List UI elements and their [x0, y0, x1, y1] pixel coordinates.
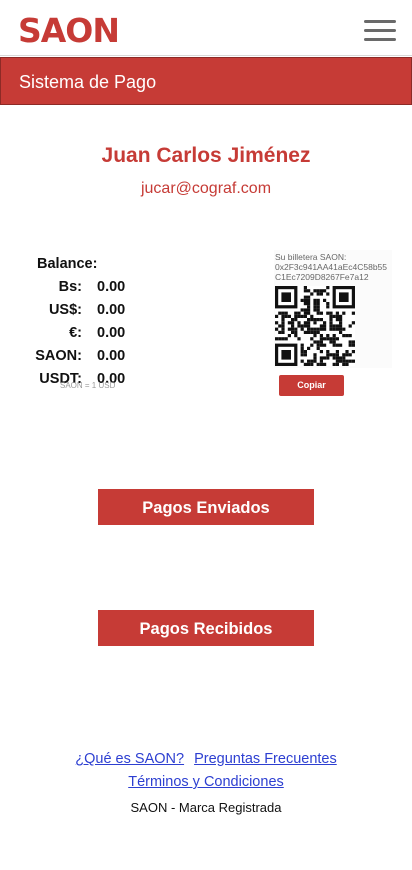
balance-label: US$:	[48, 302, 82, 318]
balance-label: €:	[69, 325, 82, 341]
wallet-address-line2[interactable]: C1Ec7209D8267Fe7a12	[275, 272, 393, 282]
wallet-address-line1[interactable]: 0x2F3c941AA41aEc4C58b55	[275, 262, 393, 272]
balance-value: 0.00	[97, 348, 126, 364]
balance-row-bs: Bs: 0.00	[37, 279, 177, 299]
section-header: Sistema de Pago	[0, 57, 412, 105]
balance-row-saon: SAON: 0.00	[35, 348, 177, 368]
balance-label: SAON:	[35, 348, 82, 364]
qr-code-icon	[275, 286, 355, 366]
user-name: Juan Carlos Jiménez	[101, 144, 311, 167]
saon-logo[interactable]: SAON	[18, 14, 120, 48]
top-bar: SAON	[0, 0, 412, 56]
wallet-label: Su billetera SAON:	[275, 252, 347, 262]
section-title: Sistema de Pago	[19, 72, 157, 92]
wallet-info: Su billetera SAON: 0x2F3c941AA41aEc4C58b…	[275, 252, 393, 282]
balance-row-usd: US$: 0.00	[37, 302, 177, 322]
hamburger-menu-icon[interactable]	[364, 18, 396, 42]
sent-payments-button[interactable]: Pagos Enviados	[98, 489, 314, 525]
balance-value: 0.00	[97, 279, 126, 295]
balance-label: Bs:	[58, 279, 82, 295]
rate-note: SAON = 1 USD	[60, 381, 116, 390]
footer-brand: SAON - Marca Registrada	[130, 800, 282, 815]
footer-links: ¿Qué es SAON? Preguntas Frecuentes Términ…	[0, 748, 412, 794]
faq-link[interactable]: Preguntas Frecuentes	[194, 751, 337, 767]
received-payments-button[interactable]: Pagos Recibidos	[98, 610, 314, 646]
balance-value: 0.00	[97, 325, 126, 341]
terms-link[interactable]: Términos y Condiciones	[128, 774, 284, 790]
copy-address-button[interactable]: Copiar	[279, 375, 344, 396]
balance-title: Balance:	[37, 256, 98, 272]
about-saon-link[interactable]: ¿Qué es SAON?	[75, 751, 184, 767]
wallet-card: Su billetera SAON: 0x2F3c941AA41aEc4C58b…	[274, 250, 392, 368]
balance-value: 0.00	[97, 302, 126, 318]
balance-row-eur: €: 0.00	[37, 325, 177, 345]
user-email: jucar@cograf.com	[140, 180, 272, 197]
